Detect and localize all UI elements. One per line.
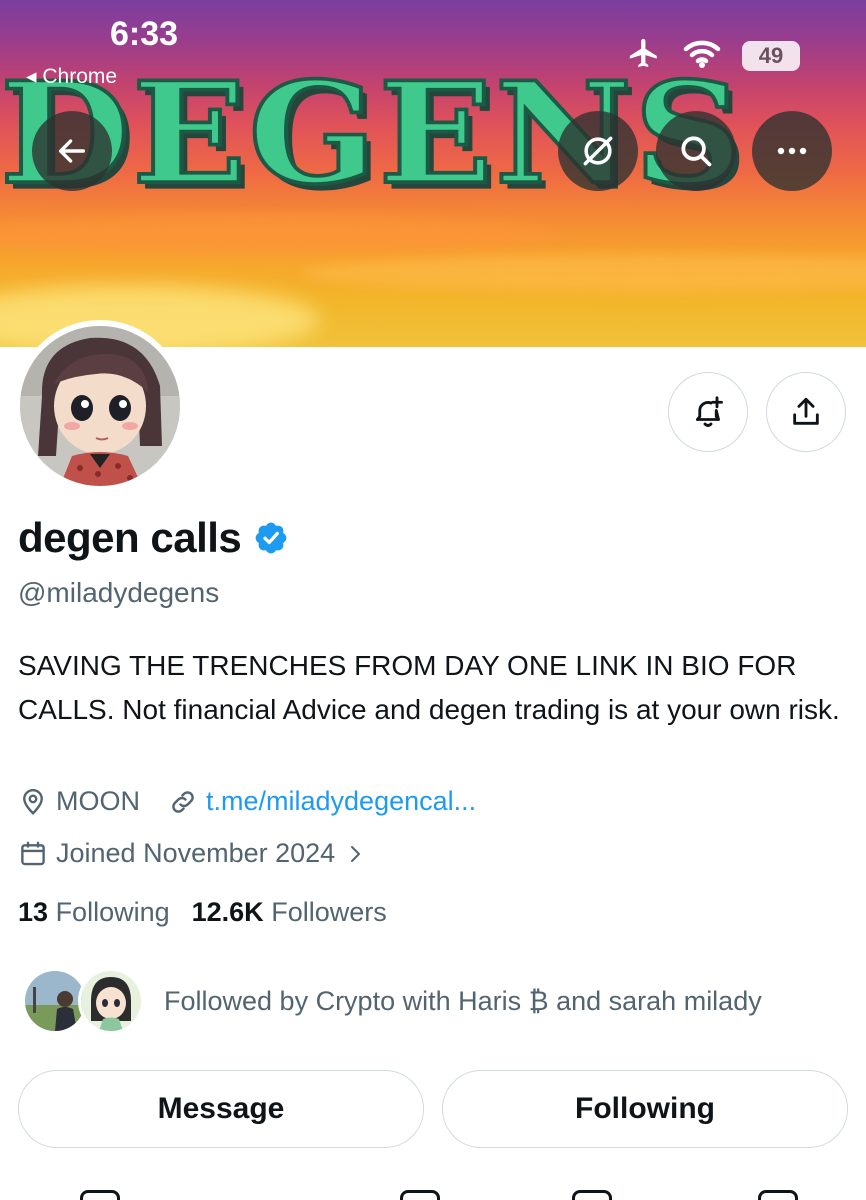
following-count: 13 — [18, 897, 49, 927]
follow-stats: 13 Following 12.6K Followers — [18, 897, 409, 928]
tab-icon[interactable] — [80, 1190, 120, 1200]
followed-by-text: Followed by Crypto with Haris ₿ and sara… — [164, 985, 762, 1016]
followers-count: 12.6K — [191, 897, 264, 927]
avatar[interactable] — [14, 320, 186, 492]
share-icon — [793, 397, 819, 425]
verified-badge-icon[interactable] — [253, 520, 289, 556]
grok-button[interactable] — [558, 111, 638, 191]
link-icon — [172, 790, 194, 813]
profile-handle: @miladydegens — [18, 577, 220, 608]
joined-row[interactable]: Joined November 2024 — [18, 838, 395, 869]
following-stat[interactable]: 13 Following — [18, 897, 170, 928]
profile-bio: SAVING THE TRENCHES FROM DAY ONE LINK IN… — [18, 650, 840, 725]
arrow-left-icon — [58, 139, 86, 163]
follower-avatar — [78, 968, 144, 1034]
banner-cloud — [0, 215, 560, 255]
status-icons: 49 — [626, 36, 800, 75]
location-pin-icon — [23, 788, 43, 815]
following-label: Following — [55, 897, 170, 927]
display-name: degen calls — [18, 514, 242, 561]
search-icon — [681, 136, 712, 167]
website-link-text[interactable]: t.me/miladydegencal... — [206, 786, 476, 817]
website-link[interactable]: t.me/miladydegencal... — [168, 786, 476, 817]
followers-label: Followers — [271, 897, 387, 927]
avatar-image — [20, 326, 180, 486]
joined-text: Joined November 2024 — [56, 838, 336, 868]
joined-item[interactable]: Joined November 2024 — [18, 838, 367, 869]
back-button[interactable] — [32, 111, 112, 191]
tab-icon[interactable] — [400, 1190, 440, 1200]
more-horizontal-icon — [777, 147, 807, 155]
battery-icon: 49 — [742, 40, 800, 71]
profile-meta: MOON t.me/miladydegencal... — [18, 786, 504, 817]
chevron-right-icon — [351, 845, 361, 862]
profile-tab-bar — [0, 1186, 866, 1200]
airplane-icon — [626, 36, 662, 75]
location-text: MOON — [56, 786, 140, 816]
calendar-icon — [21, 841, 45, 865]
grok-icon — [583, 136, 613, 166]
display-name-row: degen calls — [18, 514, 289, 562]
back-to-app-link[interactable]: ◂ Chrome — [26, 64, 117, 89]
followed-by-row[interactable]: Followed by Crypto with Haris ₿ and sara… — [22, 968, 762, 1034]
notifications-button[interactable] — [668, 372, 748, 452]
bell-plus-icon — [696, 396, 723, 427]
following-button[interactable]: Following — [442, 1070, 848, 1148]
message-button[interactable]: Message — [18, 1070, 424, 1148]
status-time: 6:33 — [110, 15, 179, 53]
wifi-icon — [682, 37, 722, 74]
followers-stat[interactable]: 12.6K Followers — [192, 897, 387, 928]
tab-icon[interactable] — [572, 1190, 612, 1200]
tab-icon[interactable] — [758, 1190, 798, 1200]
share-button[interactable] — [766, 372, 846, 452]
search-button[interactable] — [656, 111, 736, 191]
more-options-button[interactable] — [752, 111, 832, 191]
banner-cloud — [300, 255, 866, 291]
location-item: MOON — [18, 786, 140, 817]
